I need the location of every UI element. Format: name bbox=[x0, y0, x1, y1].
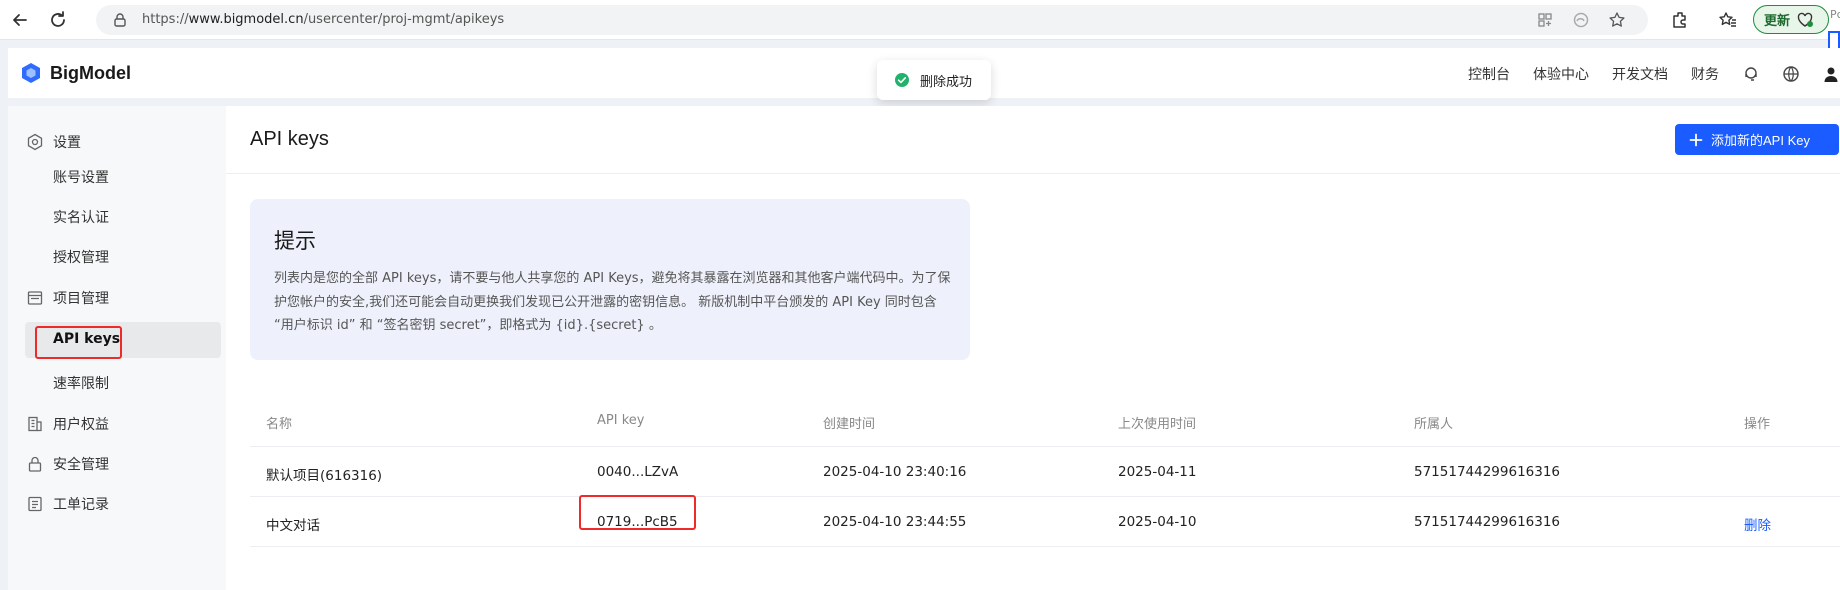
header-nav: 控制台 体验中心 开发文档 财务 bbox=[1468, 64, 1840, 84]
sidebar-item-auth[interactable]: 授权管理 bbox=[53, 247, 109, 267]
user-avatar-icon[interactable] bbox=[1822, 65, 1840, 83]
url-scheme: https:// bbox=[142, 12, 189, 27]
sidebar-group-label: 用户权益 bbox=[53, 417, 109, 433]
brand[interactable]: BigModel bbox=[20, 62, 131, 84]
add-api-key-label: 添加新的API Key bbox=[1711, 133, 1810, 148]
sidebar-group-label: 安全管理 bbox=[53, 457, 109, 473]
table-header: 名称 API key 创建时间 上次使用时间 所属人 操作 bbox=[250, 393, 1840, 447]
nav-experience[interactable]: 体验中心 bbox=[1533, 64, 1589, 84]
header-action: 操作 bbox=[1744, 417, 1771, 432]
cell-last-used: 2025-04-11 bbox=[1118, 464, 1197, 480]
table-row: 中文对话 0719...PcB5 2025-04-10 23:44:55 202… bbox=[250, 497, 1840, 547]
heart-pulse-icon bbox=[1797, 12, 1814, 27]
project-window-icon bbox=[27, 291, 43, 305]
tip-title: 提示 bbox=[274, 229, 316, 253]
edge-sync-icon[interactable] bbox=[1572, 11, 1590, 29]
reload-icon bbox=[51, 11, 65, 27]
header-api-key: API key bbox=[597, 413, 645, 428]
cell-created: 2025-04-10 23:44:55 bbox=[823, 514, 967, 530]
padlock-icon bbox=[28, 456, 42, 472]
add-api-key-button[interactable]: 添加新的API Key bbox=[1675, 124, 1839, 155]
reload-button[interactable] bbox=[44, 6, 72, 34]
document-list-icon bbox=[28, 496, 42, 512]
sidebar-group-label: 项目管理 bbox=[53, 291, 109, 307]
cell-owner: 57151744299616316 bbox=[1414, 514, 1561, 530]
sidebar-group-security[interactable]: 安全管理 bbox=[26, 454, 109, 474]
favorites-icon[interactable] bbox=[1718, 10, 1738, 30]
sidebar: 设置 账号设置 实名认证 授权管理 项目管理 API keys 速率限制 用户权… bbox=[8, 106, 226, 590]
sidebar-item-ratelimit[interactable]: 速率限制 bbox=[53, 373, 109, 393]
nav-docs[interactable]: 开发文档 bbox=[1612, 64, 1668, 84]
plus-icon bbox=[1689, 133, 1703, 146]
sidebar-group-label: 设置 bbox=[53, 135, 81, 151]
table-row: 默认项目(616316) 0040...LZvA 2025-04-10 23:4… bbox=[250, 447, 1840, 497]
page-header: API keys 添加新的API Key bbox=[226, 106, 1840, 174]
update-label: 更新 bbox=[1764, 14, 1791, 29]
toast-notification: 删除成功 bbox=[877, 60, 991, 100]
cell-name: 中文对话 bbox=[266, 518, 320, 534]
url-text: https://www.bigmodel.cn/usercenter/proj-… bbox=[142, 12, 504, 27]
sidebar-group-label: 工单记录 bbox=[53, 497, 109, 513]
building-icon bbox=[28, 416, 42, 432]
delete-link[interactable]: 删除 bbox=[1744, 514, 1771, 534]
cell-last-used: 2025-04-10 bbox=[1118, 514, 1197, 530]
header-name: 名称 bbox=[266, 417, 293, 432]
update-button[interactable]: 更新 bbox=[1753, 5, 1829, 34]
extensions-icon[interactable] bbox=[1670, 10, 1690, 30]
nav-finance[interactable]: 财务 bbox=[1691, 64, 1719, 84]
highlight-box-api-key bbox=[579, 495, 696, 530]
url-host: www.bigmodel.cn bbox=[188, 12, 304, 27]
sidebar-group-settings[interactable]: 设置 bbox=[26, 132, 81, 152]
support-icon[interactable] bbox=[1742, 65, 1760, 83]
check-circle-icon bbox=[895, 73, 909, 87]
bigmodel-logo-icon bbox=[22, 63, 40, 83]
cell-name: 默认项目(616316) bbox=[266, 468, 383, 484]
lock-icon bbox=[114, 13, 126, 27]
url-path: /usercenter/proj-mgmt/apikeys bbox=[303, 12, 505, 27]
address-bar[interactable]: https://www.bigmodel.cn/usercenter/proj-… bbox=[96, 5, 1648, 35]
sidebar-item-apikeys-label: API keys bbox=[53, 331, 121, 347]
sidebar-item-account[interactable]: 账号设置 bbox=[53, 167, 109, 187]
back-button[interactable] bbox=[6, 6, 34, 34]
arrow-left-icon bbox=[13, 14, 27, 26]
sidebar-group-rights[interactable]: 用户权益 bbox=[26, 414, 109, 434]
main-content: API keys 添加新的API Key 提示 列表内是您的全部 API key… bbox=[226, 106, 1840, 590]
sidebar-group-project[interactable]: 项目管理 bbox=[26, 288, 109, 308]
cell-owner: 57151744299616316 bbox=[1414, 464, 1561, 480]
header-owner: 所属人 bbox=[1414, 417, 1454, 432]
edge-clip-text: Pc bbox=[1830, 8, 1840, 21]
page-title: API keys bbox=[250, 128, 329, 150]
header-created: 创建时间 bbox=[823, 417, 876, 432]
nav-console[interactable]: 控制台 bbox=[1468, 64, 1510, 84]
brand-name: BigModel bbox=[50, 62, 131, 83]
header-last-used: 上次使用时间 bbox=[1118, 417, 1197, 432]
cell-created: 2025-04-10 23:40:16 bbox=[823, 464, 967, 480]
star-icon[interactable] bbox=[1608, 11, 1626, 29]
app-grid-icon[interactable] bbox=[1536, 11, 1554, 29]
settings-hexagon-icon bbox=[27, 133, 43, 151]
tip-body: 列表内是您的全部 API keys，请不要与他人共享您的 API Keys，避免… bbox=[274, 271, 951, 333]
sidebar-item-realname[interactable]: 实名认证 bbox=[53, 207, 109, 227]
tip-card: 提示 列表内是您的全部 API keys，请不要与他人共享您的 API Keys… bbox=[250, 199, 970, 360]
globe-icon[interactable] bbox=[1782, 65, 1800, 83]
browser-toolbar: https://www.bigmodel.cn/usercenter/proj-… bbox=[0, 0, 1840, 40]
sidebar-group-tickets[interactable]: 工单记录 bbox=[26, 494, 109, 514]
toast-text: 删除成功 bbox=[920, 74, 973, 90]
cell-api-key: 0040...LZvA bbox=[597, 464, 679, 480]
